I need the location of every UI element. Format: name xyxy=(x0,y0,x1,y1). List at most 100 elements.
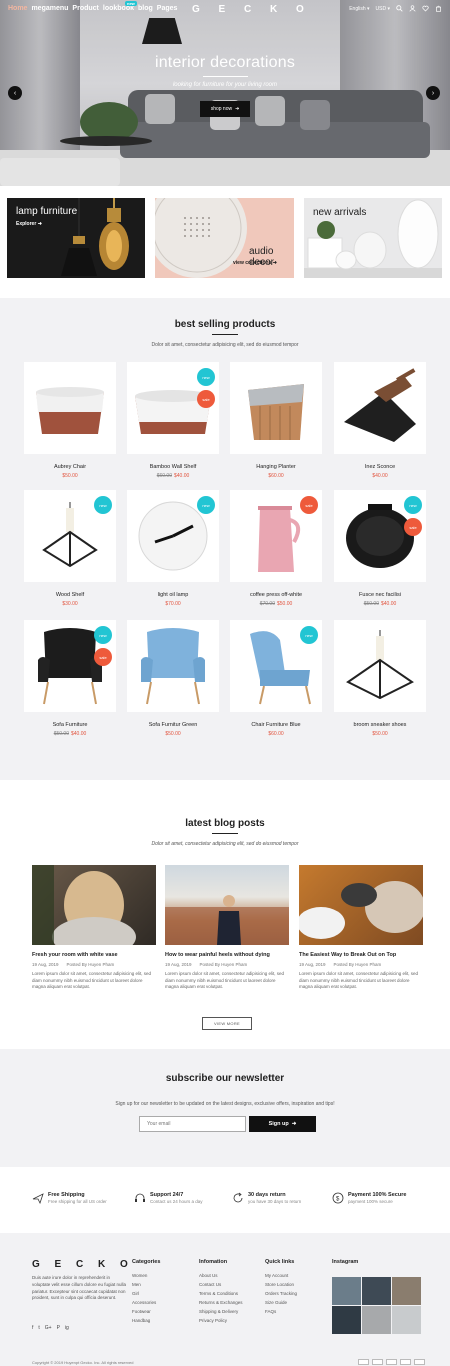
heart-icon[interactable] xyxy=(422,5,429,12)
footer-link[interactable]: Shipping & Delivery xyxy=(199,1309,243,1314)
blog-post[interactable]: How to wear painful heels without dying … xyxy=(165,865,289,991)
product-name[interactable]: broom sneaker shoes xyxy=(334,722,426,728)
footer-link[interactable]: Women xyxy=(132,1273,160,1278)
blog-post[interactable]: The Easiest Way to Break Out on Top 19 A… xyxy=(299,865,423,991)
product-name[interactable]: Hanging Planter xyxy=(230,464,322,470)
banner-audio-decor[interactable]: audio decor view collections ➜ xyxy=(155,198,294,278)
banner-lamp-furniture[interactable]: lamp furniture Explorer ➜ xyxy=(7,198,145,278)
blog-image[interactable] xyxy=(165,865,289,945)
product-card[interactable]: new Wood Shelf $30.00 xyxy=(24,490,116,607)
product-name[interactable]: Fusce nec facilisi xyxy=(334,592,426,598)
twitter-icon[interactable]: t xyxy=(38,1325,39,1331)
product-name[interactable]: Chair Furniture Blue xyxy=(230,722,322,728)
instagram-icon[interactable]: ig xyxy=(65,1325,69,1331)
currency-selector[interactable]: USD ▾ xyxy=(376,6,390,12)
sign-up-button[interactable]: Sign up ➜ xyxy=(249,1116,316,1132)
product-card[interactable]: Inez Sconce $40.00 xyxy=(334,362,426,479)
menu-pages[interactable]: Pages xyxy=(157,5,178,12)
instagram-photo[interactable] xyxy=(392,1277,421,1305)
instagram-photo[interactable] xyxy=(362,1277,391,1305)
footer-logo[interactable]: G E C K O xyxy=(32,1259,134,1270)
blog-title[interactable]: Fresh your room with white vase xyxy=(32,952,156,959)
product-card[interactable]: new Chair Furniture Blue $60.00 xyxy=(230,620,322,737)
email-input[interactable]: Your email xyxy=(139,1116,246,1132)
language-selector[interactable]: English ▾ xyxy=(349,6,369,12)
instagram-photo[interactable] xyxy=(362,1306,391,1334)
product-image[interactable]: new xyxy=(230,620,322,712)
banner-link[interactable]: view collections ➜ xyxy=(233,260,277,266)
product-card[interactable]: new sale Bamboo Wall Shelf $60.00 $40.00 xyxy=(127,362,219,479)
product-image[interactable] xyxy=(230,362,322,454)
pinterest-icon[interactable]: P xyxy=(57,1325,60,1331)
blog-author[interactable]: Posted By Huyen Pham xyxy=(200,962,248,967)
banner-new-arrivals[interactable]: new arrivals xyxy=(304,198,442,278)
footer-link[interactable]: Size Guide xyxy=(265,1300,297,1305)
blog-author[interactable]: Posted By Huyen Pham xyxy=(334,962,382,967)
product-name[interactable]: coffee press off-white xyxy=(230,592,322,598)
blog-post[interactable]: Fresh your room with white vase 19 Aug, … xyxy=(32,865,156,991)
product-image[interactable] xyxy=(334,620,426,712)
product-name[interactable]: Bamboo Wall Shelf xyxy=(127,464,219,470)
product-image[interactable]: new sale xyxy=(127,362,219,454)
product-name[interactable]: light oil lamp xyxy=(127,592,219,598)
product-card[interactable]: sale coffee press off-white $70.00 $50.00 xyxy=(230,490,322,607)
product-card[interactable]: broom sneaker shoes $50.00 xyxy=(334,620,426,737)
product-card[interactable]: Hanging Planter $60.00 xyxy=(230,362,322,479)
product-name[interactable]: Inez Sconce xyxy=(334,464,426,470)
blog-image[interactable] xyxy=(32,865,156,945)
product-image[interactable]: new xyxy=(127,490,219,582)
banner-link[interactable]: Explorer ➜ xyxy=(16,221,42,227)
product-card[interactable]: new sale Fusce nec facilisi $50.00 $40.00 xyxy=(334,490,426,607)
product-image[interactable]: sale xyxy=(230,490,322,582)
footer-link[interactable]: Privacy Policy xyxy=(199,1318,243,1323)
user-icon[interactable] xyxy=(409,5,416,12)
product-image[interactable] xyxy=(127,620,219,712)
product-image[interactable]: new sale xyxy=(334,490,426,582)
blog-title[interactable]: The Easiest Way to Break Out on Top xyxy=(299,952,423,959)
instagram-photo[interactable] xyxy=(392,1306,421,1334)
menu-lookbook[interactable]: lookbook xyxy=(103,5,134,12)
product-name[interactable]: Wood Shelf xyxy=(24,592,116,598)
blog-title[interactable]: How to wear painful heels without dying xyxy=(165,952,289,959)
instagram-photo[interactable] xyxy=(332,1306,361,1334)
menu-blog[interactable]: blog xyxy=(138,5,153,12)
footer-link[interactable]: Footwear xyxy=(132,1309,160,1314)
slider-prev-button[interactable]: ‹ xyxy=(8,86,22,100)
footer-link[interactable]: Store Location xyxy=(265,1282,297,1287)
product-name[interactable]: Sofa Furnitur Green xyxy=(127,722,219,728)
footer-link[interactable]: Accessories xyxy=(132,1300,160,1305)
shop-now-button[interactable]: shop now ➜ xyxy=(200,101,250,117)
product-name[interactable]: Sofa Furniture xyxy=(24,722,116,728)
product-image[interactable] xyxy=(334,362,426,454)
footer-link[interactable]: Handbag xyxy=(132,1318,160,1323)
product-image[interactable]: new sale xyxy=(24,620,116,712)
product-name[interactable]: Aubrey Chair xyxy=(24,464,116,470)
footer-link[interactable]: My Account xyxy=(265,1273,297,1278)
footer-link[interactable]: Terms & Conditions xyxy=(199,1291,243,1296)
menu-product[interactable]: Product xyxy=(72,5,98,12)
footer-link[interactable]: Contact Us xyxy=(199,1282,243,1287)
blog-author[interactable]: Posted By Huyen Pham xyxy=(67,962,115,967)
google-plus-icon[interactable]: G+ xyxy=(45,1325,52,1331)
product-card[interactable]: Aubrey Chair $50.00 xyxy=(24,362,116,479)
footer-link[interactable]: Orders Tracking xyxy=(265,1291,297,1296)
menu-home[interactable]: Home xyxy=(8,5,27,12)
slider-next-button[interactable]: › xyxy=(426,86,440,100)
blog-image[interactable] xyxy=(299,865,423,945)
footer-link[interactable]: Men xyxy=(132,1282,160,1287)
product-image[interactable]: new xyxy=(24,490,116,582)
product-card[interactable]: Sofa Furnitur Green $50.00 xyxy=(127,620,219,737)
search-icon[interactable] xyxy=(396,5,403,12)
facebook-icon[interactable]: f xyxy=(32,1325,33,1331)
product-card[interactable]: new light oil lamp $70.00 xyxy=(127,490,219,607)
product-card[interactable]: new sale Sofa Furniture $50.00 $40.00 xyxy=(24,620,116,737)
footer-link[interactable]: Returns & Exchanges xyxy=(199,1300,243,1305)
product-image[interactable] xyxy=(24,362,116,454)
footer-link[interactable]: Girl xyxy=(132,1291,160,1296)
cart-icon[interactable] xyxy=(435,5,442,12)
footer-link[interactable]: About Us xyxy=(199,1273,243,1278)
menu-megamenu[interactable]: megamenu xyxy=(31,5,68,12)
view-more-button[interactable]: VIEW MORE xyxy=(202,1017,252,1030)
instagram-photo[interactable] xyxy=(332,1277,361,1305)
site-logo[interactable]: G E C K O xyxy=(192,4,312,15)
